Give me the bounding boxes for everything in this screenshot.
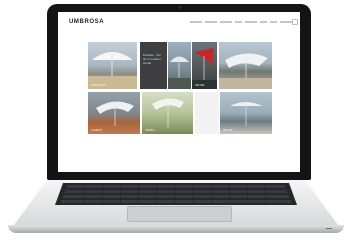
nav-item[interactable] [245,21,257,23]
tile-label: PARAFLEX [91,84,106,87]
tile-label: INFINA [195,84,205,87]
laptop-front-edge [8,225,344,233]
gallery-tile-versa[interactable]: VERSA [142,92,193,134]
nav-item[interactable] [260,21,267,23]
gallery-tile-paraflex[interactable]: PARAFLEX [88,42,137,89]
keyboard[interactable] [55,183,297,205]
gallery-tile-infina-2[interactable]: INFINA [220,92,272,134]
shade-sail-photo [219,53,272,89]
nav-item[interactable] [235,21,242,23]
menu-icon[interactable] [292,19,298,25]
gallery-tile-info[interactable]: Paraflex · the art of outdoor shade [140,42,167,89]
nav-item[interactable] [190,21,202,23]
nav-item[interactable] [270,21,277,23]
gallery-tile-sail[interactable] [219,42,272,89]
status-light-icon [326,228,332,229]
laptop: UMBROSA PARAFLEX Paraflex · the art of o… [0,0,352,240]
umbrella-photo [96,101,134,126]
red-umbrella-photo [192,48,217,89]
nav-item[interactable] [205,21,217,23]
tile-label: ICARUS [91,129,102,132]
gallery-tile-icarus[interactable]: ICARUS [88,92,140,134]
nav-item[interactable] [220,21,232,23]
umbrella-photo [168,56,191,89]
main-nav [190,21,292,23]
laptop-screen: UMBROSA PARAFLEX Paraflex · the art of o… [58,12,300,172]
gallery-tile-empty [195,92,219,134]
site-logo[interactable]: UMBROSA [69,19,104,25]
tile-label: VERSA [145,129,155,132]
nav-item[interactable] [280,21,292,23]
gallery-tile-infina[interactable]: INFINA [192,42,217,89]
umbrella-photo [230,102,262,126]
umbrella-photo [88,52,137,89]
tile-label: INFINA [223,129,233,132]
touchpad[interactable] [127,206,232,222]
umbrella-photo [152,98,184,128]
gallery-tile-umbrella[interactable] [168,42,191,89]
webcam-icon [178,6,181,9]
tile-caption: Paraflex · the art of outdoor shade [143,53,161,65]
site-header: UMBROSA [58,12,300,30]
keyboard-keys [61,183,291,205]
